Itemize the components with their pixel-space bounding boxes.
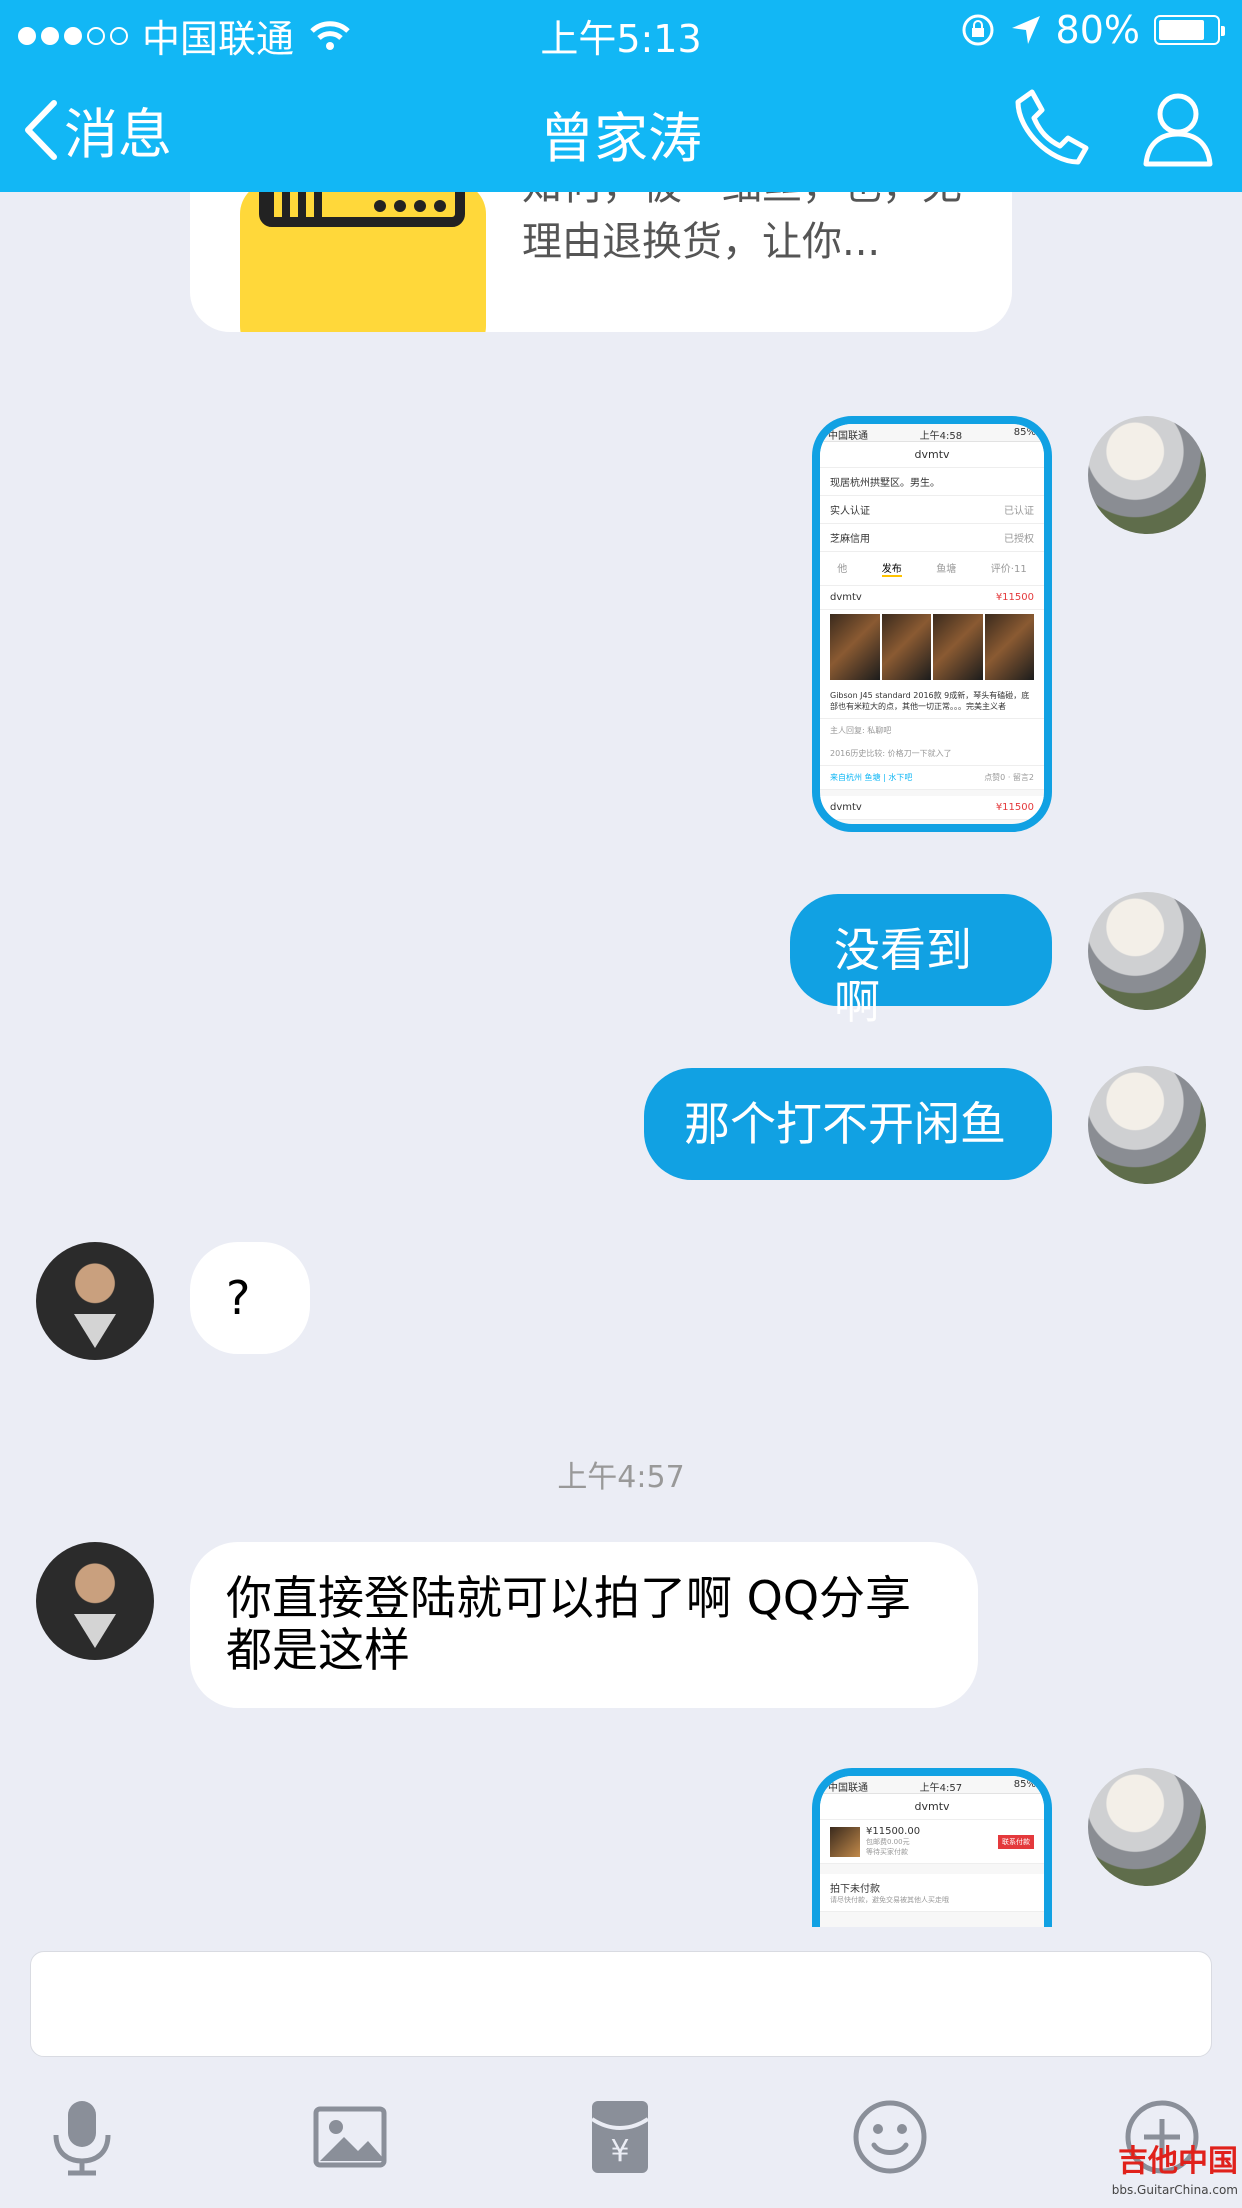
avatar-me[interactable] [1088, 1768, 1206, 1886]
avatar-friend[interactable] [36, 1542, 154, 1660]
phone-icon[interactable] [1010, 84, 1094, 168]
shot-profile-line: 现居杭州拱墅区。男生。 [820, 468, 1044, 496]
shot-tab: 他 [837, 564, 848, 575]
message-outgoing[interactable]: 没看到啊 [790, 894, 1052, 1028]
shot-tab: 发布 [881, 560, 902, 577]
watermark-brand: 吉他中国 [1118, 2144, 1238, 2179]
message-outgoing[interactable]: 那个打不开闲鱼 [644, 1068, 1052, 1180]
shot-title: dvmtv [820, 442, 1044, 468]
shot-credit-status: 已授权 [1004, 534, 1034, 545]
shot-tab: 鱼塘 [936, 564, 957, 575]
shot-seller: dvmtv [830, 592, 862, 603]
mic-icon[interactable] [42, 2097, 122, 2177]
chat-area[interactable]: 知何，被一细丝，也，无理由退换货，让你... 中国联通上午4:5885% dvm… [0, 192, 1242, 1927]
image-icon[interactable] [310, 2097, 390, 2177]
person-icon[interactable] [1136, 84, 1220, 168]
shot-price: ¥11500 [995, 592, 1034, 603]
shot-footer-left: 来自杭州 鱼塘 | 水下吧 [830, 773, 913, 782]
top-bar: 中国联通 上午5:13 80% 消息 曾家涛 [0, 0, 1242, 192]
red-packet-icon[interactable]: ¥ [580, 2097, 660, 2177]
watermark-logo: 吉他中国 bbs.GuitarChina.com [1111, 2147, 1238, 2204]
rotation-lock-icon [962, 14, 994, 46]
message-incoming[interactable]: 你直接登陆就可以拍了啊 QQ分享都是这样 [190, 1542, 978, 1708]
shot-tab: 评价·11 [990, 564, 1027, 575]
shot2-price: ¥11500.00 [866, 1826, 921, 1837]
avatar-me[interactable] [1088, 1066, 1206, 1184]
shot2-section: 拍下未付款 [830, 1884, 880, 1895]
shot-credit-label: 芝麻信用 [830, 534, 870, 545]
piano-icon [259, 192, 465, 227]
battery-percent: 80% [1055, 8, 1140, 52]
location-icon [1011, 16, 1040, 44]
shot-verify-status: 已认证 [1004, 506, 1034, 517]
shot-verify-label: 实人认证 [830, 506, 870, 517]
avatar-me[interactable] [1088, 416, 1206, 534]
link-card[interactable]: 知何，被一细丝，也，无理由退换货，让你... [190, 192, 1012, 332]
shot-footer-right: 点赞0 · 留言2 [984, 773, 1034, 782]
svg-text:¥: ¥ [610, 2134, 629, 2169]
battery-icon [1154, 15, 1225, 45]
message-timestamp: 上午4:57 [557, 1460, 685, 1495]
input-area: ¥ 吉他中国 bbs.GuitarChina.com [0, 1927, 1242, 2208]
message-input[interactable] [30, 1951, 1212, 2057]
nav-bar: 消息 曾家涛 [0, 60, 1242, 192]
shot-note1: 主人回复: 私聊吧 [820, 719, 1044, 742]
card-text: 知何，被一细丝，也，无理由退换货，让你... [522, 192, 962, 265]
shot2-section-desc: 请尽快付款，避免交易被其他人买走哦 [830, 1896, 949, 1904]
avatar-friend[interactable] [36, 1242, 154, 1360]
card-thumbnail [240, 192, 486, 332]
avatar-me[interactable] [1088, 892, 1206, 1010]
shot2-pay-button: 联系付款 [998, 1834, 1034, 1849]
image-message[interactable]: 中国联通 上午4:58 85% dvmtv 现居杭州拱墅区。男生。 实人认证 已认证… [812, 416, 1052, 832]
shot-seller2: dvmtv [830, 802, 862, 813]
emoji-icon[interactable] [850, 2097, 930, 2177]
image-message[interactable]: 中国联通 上午4:57 85% dvmtv ¥11500.00 包邮费0.00元 等… [812, 1768, 1052, 1927]
shot-price2: ¥11500 [995, 802, 1034, 813]
shot-note2: 2016历史比较: 价格刀一下就入了 [820, 742, 1044, 766]
message-incoming[interactable]: ? [190, 1242, 310, 1354]
watermark-url: bbs.GuitarChina.com [1111, 2183, 1238, 2197]
shot2-title: dvmtv [820, 1794, 1044, 1820]
shot2-line1: 包邮费0.00元 [866, 1838, 910, 1846]
shot-tabs: 他 发布 鱼塘 评价·11 [820, 552, 1044, 586]
input-toolbar: ¥ [0, 2097, 1242, 2208]
shot-desc: Gibson J45 standard 2016款 9成新，琴头有磕碰，底部也有… [820, 684, 1044, 719]
shot-photos [820, 610, 1044, 684]
shot2-line2: 等待买家付款 [866, 1848, 908, 1856]
status-bar: 中国联通 上午5:13 80% [0, 0, 1242, 61]
